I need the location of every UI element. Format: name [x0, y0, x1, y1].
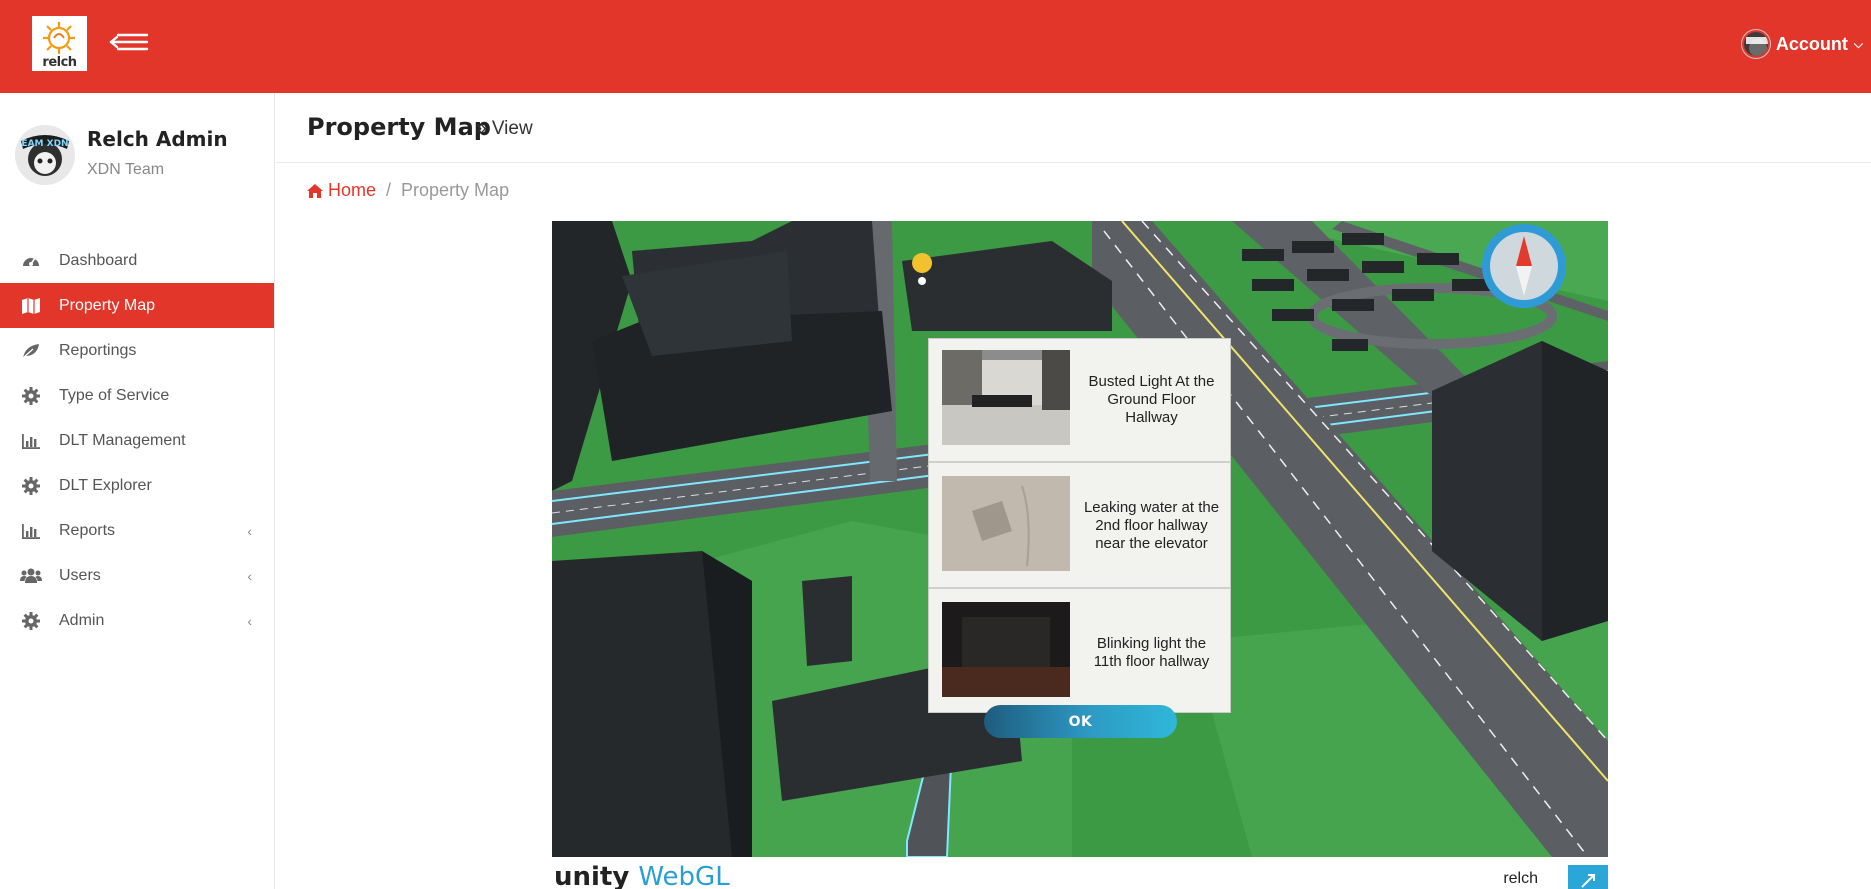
issue-text: Busted Light At the Ground Floor Hallway — [1088, 373, 1215, 426]
dashboard-icon — [20, 250, 42, 272]
page-title: Property Map — [307, 113, 491, 141]
sidebar-item-label: Admin — [59, 611, 105, 629]
sidebar-item-label: Reportings — [59, 341, 137, 359]
unity-logo-text: unity — [554, 862, 630, 889]
fullscreen-icon — [1581, 874, 1595, 888]
sidebar-item-reports[interactable]: Reports ‹ — [0, 508, 274, 553]
avatar: EAM XDN — [15, 125, 75, 185]
breadcrumb-separator: / — [386, 180, 392, 200]
logo-text: relch — [42, 55, 77, 70]
users-icon — [20, 565, 42, 587]
issue-text: Blinking light the 11th floor hallway — [1093, 635, 1210, 670]
app-logo[interactable]: relch — [32, 16, 87, 71]
sidebar: EAM XDN Relch Admin XDN Team Dashboard P… — [0, 93, 275, 889]
unity-webgl-logo: unity WebGL — [554, 862, 730, 889]
account-menu[interactable]: Account ⌵ — [1741, 30, 1863, 58]
issue-item[interactable]: Leaking water at the 2nd floor hallway n… — [929, 465, 1230, 589]
issues-popup: Busted Light At the Ground Floor Hallway… — [928, 338, 1231, 713]
sidebar-item-users[interactable]: Users ‹ — [0, 553, 274, 598]
fullscreen-button[interactable] — [1568, 865, 1608, 889]
chevron-down-icon: ⌵ — [1853, 36, 1863, 51]
chevron-left-icon: ‹ — [247, 567, 252, 584]
bar-chart-icon — [20, 520, 42, 542]
issue-item[interactable]: Busted Light At the Ground Floor Hallway — [929, 339, 1230, 463]
chevron-left-icon: ‹ — [247, 612, 252, 629]
sidebar-item-type-of-service[interactable]: Type of Service — [0, 373, 274, 418]
page-subtitle: » View — [476, 118, 533, 139]
sidebar-item-reportings[interactable]: Reportings — [0, 328, 274, 373]
issue-thumbnail — [942, 350, 1070, 445]
ok-button[interactable]: OK — [984, 705, 1177, 738]
sidebar-toggle-button[interactable] — [108, 30, 150, 54]
sidebar-item-property-map[interactable]: Property Map — [0, 283, 274, 328]
profile-team: XDN Team — [87, 161, 165, 178]
account-label: Account — [1775, 33, 1848, 54]
breadcrumb-current: Property Map — [401, 180, 510, 200]
page-header: Property Map » View — [276, 93, 1871, 163]
home-icon — [307, 183, 323, 198]
sidebar-item-label: Type of Service — [59, 386, 170, 404]
issue-text: Leaking water at the 2nd floor hallway n… — [1083, 499, 1220, 552]
issue-thumbnail — [942, 476, 1070, 571]
breadcrumb-home-link[interactable]: Home — [307, 180, 376, 201]
map-icon — [20, 295, 42, 317]
issue-item[interactable]: Blinking light the 11th floor hallway — [929, 591, 1230, 715]
svg-text:EAM XDN: EAM XDN — [21, 139, 68, 149]
chevron-left-icon: ‹ — [247, 522, 252, 539]
sidebar-item-dlt-management[interactable]: DLT Management — [0, 418, 274, 463]
sidebar-item-label: DLT Management — [59, 431, 186, 449]
unity-footer: unity WebGL relch — [552, 862, 1608, 889]
sidebar-item-dashboard[interactable]: Dashboard — [0, 238, 274, 283]
leaf-icon — [20, 340, 42, 362]
issue-thumbnail — [942, 602, 1070, 697]
sidebar-nav: Dashboard Property Map Reportings Type o… — [0, 238, 274, 643]
webgl-logo-text: WebGL — [638, 862, 730, 889]
breadcrumb: Home / Property Map — [307, 180, 509, 201]
sidebar-item-label: DLT Explorer — [59, 476, 152, 494]
sidebar-item-label: Property Map — [59, 296, 156, 314]
gear-logo-icon — [43, 22, 75, 54]
gear-icon — [20, 385, 42, 407]
profile-name: Relch Admin — [87, 127, 228, 151]
menu-collapse-icon — [109, 33, 149, 51]
sidebar-item-label: Reports — [59, 521, 116, 539]
sidebar-item-label: Users — [59, 566, 101, 584]
gear-icon — [20, 475, 42, 497]
top-navbar: relch Account ⌵ — [0, 0, 1871, 93]
sidebar-item-label: Dashboard — [59, 251, 138, 269]
account-avatar — [1741, 30, 1770, 58]
bar-chart-icon — [20, 430, 42, 452]
gear-icon — [20, 610, 42, 632]
sidebar-item-dlt-explorer[interactable]: DLT Explorer — [0, 463, 274, 508]
sidebar-item-admin[interactable]: Admin ‹ — [0, 598, 274, 643]
breadcrumb-home-label: Home — [328, 180, 377, 200]
unity-build-title: relch — [1503, 870, 1538, 887]
